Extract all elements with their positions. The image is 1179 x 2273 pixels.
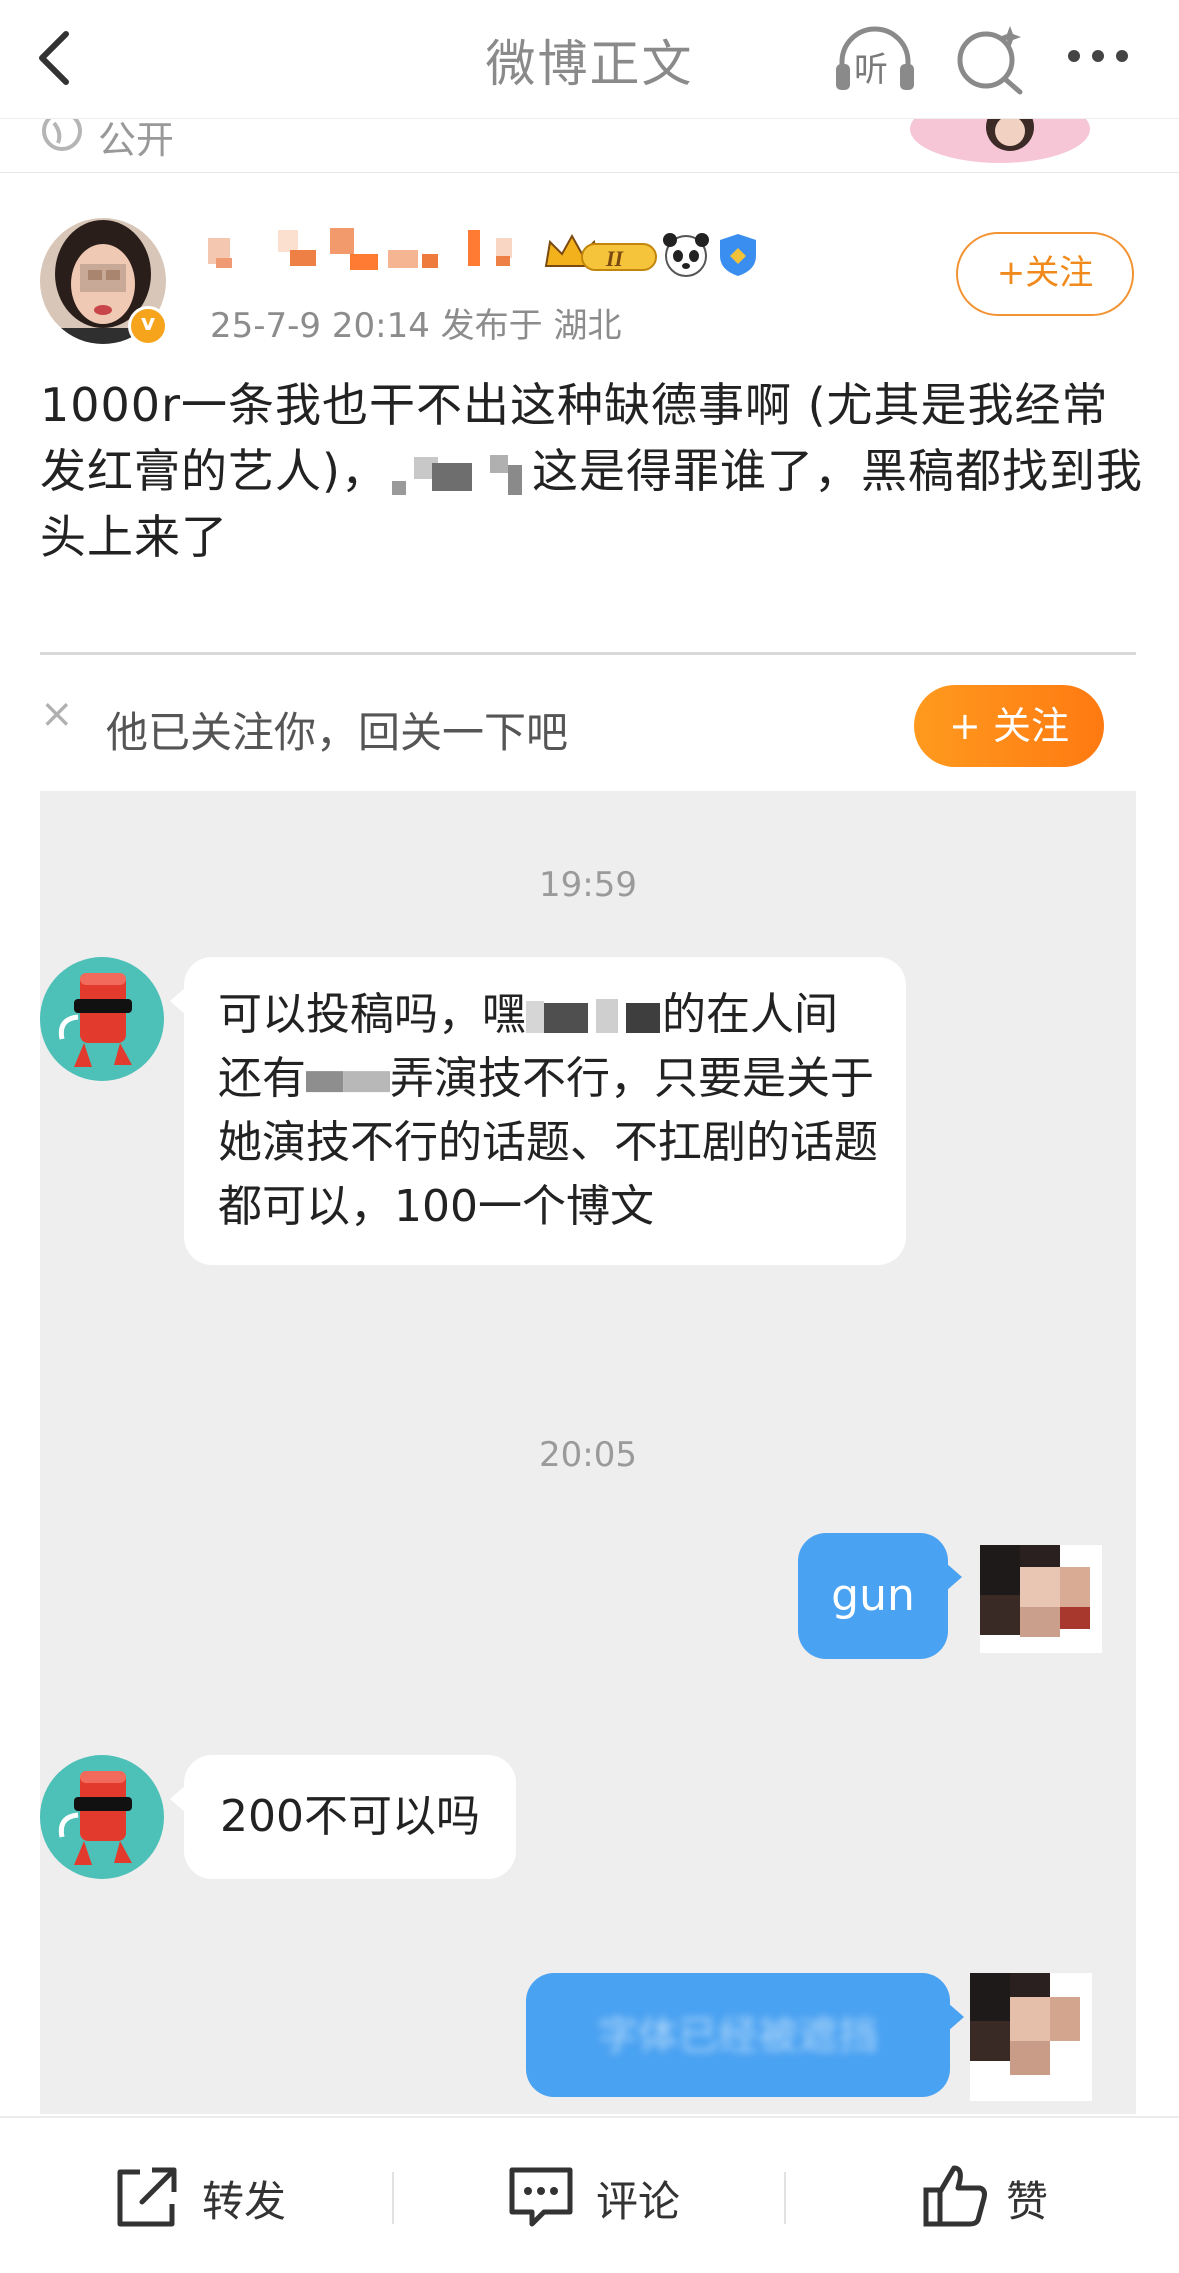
user-badges[interactable]: II [542,226,762,282]
chat-message-received: 200不可以吗 [170,1755,516,1879]
listen-button[interactable]: 听 [832,18,918,98]
receiver-avatar-mosaic [980,1545,1102,1653]
receiver-avatar-mosaic [970,1973,1092,2101]
svg-text:II: II [605,246,625,271]
toolbar-divider [392,2172,394,2224]
more-options-button[interactable] [1060,20,1140,90]
search-sparkle-icon [957,26,1023,95]
scrolled-info-strip: 公开 [0,118,1179,173]
sender-avatar [40,957,164,1081]
comment-label: 评论 [596,2177,681,2226]
follow-button[interactable]: +关注 [956,232,1134,316]
repost-button[interactable]: 转发 [112,2156,312,2236]
message-text-blurred: 字体已经被遮挡 [598,2013,878,2059]
follow-back-bar: × 他已关注你，回关一下吧 + 关注 [40,655,1136,791]
privacy-label: 公开 [98,118,175,162]
message-text: gun [831,1570,915,1621]
receiver-avatar [970,1973,1092,2101]
follow-back-text: 他已关注你，回关一下吧 [106,708,569,757]
more-dots-icon [1068,50,1128,62]
follow-back-button: + 关注 [914,685,1104,767]
message-text-part1: 可以投稿吗，嘿 [218,989,526,1040]
toolbar-divider [784,2172,786,2224]
sender-avatar-image [58,973,132,1067]
like-button[interactable]: 赞 [920,2156,1080,2236]
censored-name-mosaic [391,454,522,495]
repost-label: 转发 [202,2177,287,2226]
shield-badge-icon [720,234,756,276]
globe-icon [42,119,82,151]
crown-level-icon: II [544,233,657,271]
like-label: 赞 [1006,2177,1049,2226]
close-icon: × [40,691,74,737]
verified-badge: v [128,306,168,346]
listen-label: 听 [854,50,888,90]
chat-message-sent: gun [798,1533,962,1659]
comment-icon [509,2167,573,2227]
author-name-mosaic[interactable] [208,224,528,282]
censored-name-mosaic [306,1071,390,1093]
post-text: 1000r一条我也干不出这种缺德事啊 (尤其是我经常发红膏的艺人)， 这是得罪谁… [40,372,1150,570]
decoration-image [910,119,1090,163]
sender-avatar-image [58,1771,132,1865]
panda-icon [663,233,709,277]
comment-button[interactable]: 评论 [506,2156,706,2236]
share-icon [117,2167,177,2227]
censored-name-mosaic [526,999,660,1033]
message-text: 200不可以吗 [220,1791,480,1842]
chat-timestamp: 19:59 [539,865,637,905]
verified-mark: v [140,311,156,336]
chat-screenshot-image: × 他已关注你，回关一下吧 + 关注 19:59 可以投稿吗，嘿 的在人间还有 … [40,652,1136,2114]
top-nav-bar: 微博正文 听 [0,0,1179,118]
chat-message-received: 可以投稿吗，嘿 的在人间还有 弄演技不行，只要是关于她演技不行的话题、不扛剧的话… [170,957,906,1265]
receiver-avatar [980,1525,1102,1653]
search-button[interactable] [950,18,1030,98]
bottom-toolbar: 转发 评论 赞 [0,2116,1179,2273]
post-meta: 25-7-9 20:14 发布于 湖北 [210,306,622,346]
chat-message-sent: 字体已经被遮挡 [526,1973,964,2097]
chat-timestamp: 20:05 [539,1435,637,1475]
thumbs-up-icon [923,2165,987,2227]
sender-avatar [40,1755,164,1879]
